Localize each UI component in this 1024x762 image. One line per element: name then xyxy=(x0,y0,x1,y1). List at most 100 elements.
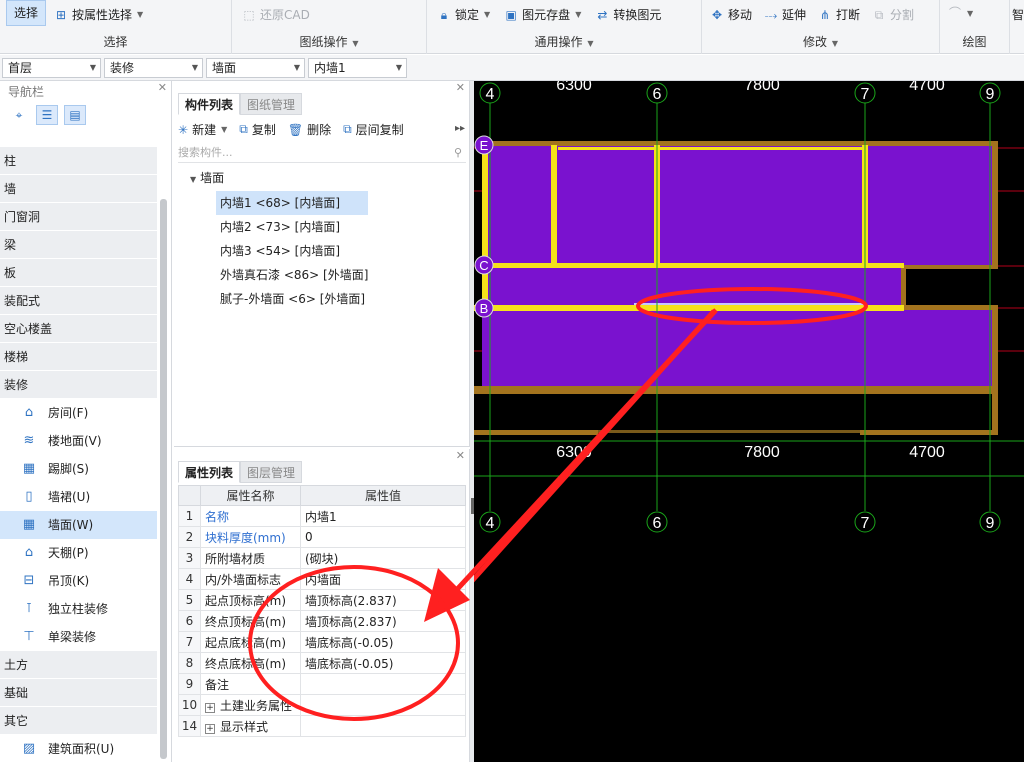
nav-category[interactable]: 装修 xyxy=(0,371,157,399)
nav-item[interactable]: ⌂ 房间(F) xyxy=(0,399,157,427)
arc-button[interactable]: ⌒ ▼ xyxy=(948,6,973,20)
nav-category[interactable]: 空心楼盖 xyxy=(0,315,157,343)
split-button[interactable]: ⧉ 分割 xyxy=(872,6,914,23)
wall-line xyxy=(660,147,862,150)
nav-scrollbar[interactable] xyxy=(160,199,167,759)
break-button[interactable]: ⋔ 打断 xyxy=(818,6,860,23)
property-value[interactable]: 内墙1 xyxy=(300,505,466,527)
component-item[interactable]: 腻子-外墙面 <6> [外墙面] xyxy=(216,287,372,311)
nav-item[interactable]: ⌂ 天棚(P) xyxy=(0,539,157,567)
store-button[interactable]: ▣ 图元存盘 ▼ xyxy=(504,6,582,23)
more-icon[interactable]: ▸▸ xyxy=(455,123,465,134)
nav-item[interactable]: ≋ 楼地面(V) xyxy=(0,427,157,455)
select-by-property-button[interactable]: ⊞ 按属性选择 ▼ xyxy=(54,6,143,23)
property-value[interactable]: 内墙面 xyxy=(300,568,466,590)
property-value[interactable]: 墙顶标高(2.837) xyxy=(300,610,466,632)
copy-button[interactable]: ⧉ 复制 xyxy=(239,121,276,138)
nav-category[interactable]: 板 xyxy=(0,259,157,287)
nav-item[interactable]: ▨ 建筑面积(U) xyxy=(0,735,157,762)
floor-select[interactable]: 首层 ▼ xyxy=(2,58,101,78)
property-row[interactable]: 5 起点顶标高(m) 墙顶标高(2.837) xyxy=(178,589,466,611)
close-icon[interactable]: ✕ xyxy=(456,81,465,94)
floor-copy-button[interactable]: ⧉ 层间复制 xyxy=(343,121,404,138)
modify-group-title[interactable]: 修改 ▼ xyxy=(702,33,939,50)
type-select[interactable]: 墙面 ▼ xyxy=(206,58,305,78)
general-group-title[interactable]: 通用操作 ▼ xyxy=(427,33,701,50)
nav-item[interactable]: ⊤ 单梁装修 xyxy=(0,623,157,651)
nav-category[interactable]: 装配式 xyxy=(0,287,157,315)
property-row[interactable]: 9 备注 xyxy=(178,673,466,695)
split-icon: ⧉ xyxy=(874,7,884,22)
property-value[interactable] xyxy=(300,673,466,695)
property-row[interactable]: 2 块料厚度(mm) 0 xyxy=(178,526,466,548)
property-name: 起点底标高(m) xyxy=(200,631,301,653)
component-item[interactable]: 外墙真石漆 <86> [外墙面] xyxy=(216,263,372,287)
nav-item[interactable]: ⊺ 独立柱装修 xyxy=(0,595,157,623)
expand-icon[interactable]: + xyxy=(205,723,215,734)
axis-label: 4 xyxy=(486,515,495,532)
tree-root[interactable]: ▼ 墙面 xyxy=(190,169,224,186)
plan-drawing[interactable]: 4 6 7 9 6300 7800 4700 E C B 6300 7800 4… xyxy=(474,81,1024,762)
nav-item-label: 独立柱装修 xyxy=(48,602,109,616)
nav-category[interactable]: 基础 xyxy=(0,679,157,707)
convert-button[interactable]: ⇄ 转换图元 xyxy=(595,6,661,23)
row-index: 1 xyxy=(178,505,201,527)
nav-category[interactable]: 楼梯 xyxy=(0,343,157,371)
component-search-input[interactable]: 搜索构件... ⚲ xyxy=(178,143,466,163)
property-row[interactable]: 6 终点顶标高(m) 墙顶标高(2.837) xyxy=(178,610,466,632)
new-button[interactable]: ✳ 新建 ▼ xyxy=(178,121,227,138)
select-button[interactable]: 选择 xyxy=(6,0,46,26)
property-row[interactable]: 14 + 显示样式 xyxy=(178,715,466,737)
category-select[interactable]: 装修 ▼ xyxy=(104,58,203,78)
property-value[interactable]: 墙底标高(-0.05) xyxy=(300,652,466,674)
drawing-canvas[interactable]: 4 6 7 9 6300 7800 4700 E C B 6300 7800 4… xyxy=(474,81,1024,762)
close-icon[interactable]: ✕ xyxy=(158,81,167,94)
nav-category[interactable]: 墙 xyxy=(0,175,157,203)
property-value[interactable]: 墙底标高(-0.05) xyxy=(300,631,466,653)
nav-category[interactable]: 土方 xyxy=(0,651,157,679)
extend-button[interactable]: ⤏ 延伸 xyxy=(764,6,806,23)
tab-component-list[interactable]: 构件列表 xyxy=(178,93,241,115)
nav-category[interactable]: 其它 xyxy=(0,707,157,735)
smart-button[interactable]: 智 xyxy=(1012,6,1024,23)
nav-category[interactable]: 门窗洞 xyxy=(0,203,157,231)
restore-cad-button[interactable]: ⬚ 还原CAD xyxy=(242,6,310,23)
delete-button[interactable]: 🗑︎ 删除 xyxy=(288,121,331,138)
property-row[interactable]: 10 + 土建业务属性 xyxy=(178,694,466,716)
property-value[interactable] xyxy=(300,715,466,737)
list-view-icon[interactable]: ☰ xyxy=(36,105,58,125)
property-row[interactable]: 4 内/外墙面标志 内墙面 xyxy=(178,568,466,590)
nav-item[interactable]: ▦ 踢脚(S) xyxy=(0,455,157,483)
property-row[interactable]: 1 名称 内墙1 xyxy=(178,505,466,527)
expand-icon[interactable]: + xyxy=(205,702,215,713)
property-row[interactable]: 7 起点底标高(m) 墙底标高(-0.05) xyxy=(178,631,466,653)
nav-category[interactable]: 梁 xyxy=(0,231,157,259)
nav-category[interactable]: 柱 xyxy=(0,147,157,175)
property-row[interactable]: 8 终点底标高(m) 墙底标高(-0.05) xyxy=(178,652,466,674)
component-item[interactable]: 内墙2 <73> [内墙面] xyxy=(216,215,372,239)
component-item[interactable]: 内墙1 <68> [内墙面] xyxy=(216,191,368,215)
selected-wall-highlight[interactable] xyxy=(634,303,864,305)
lock-button[interactable]: 🔒︎ 锁定 ▼ xyxy=(437,6,490,23)
property-name: 块料厚度(mm) xyxy=(200,526,301,548)
component-item[interactable]: 内墙3 <54> [内墙面] xyxy=(216,239,372,263)
property-name-text: 起点底标高(m) xyxy=(205,635,287,650)
detail-view-icon[interactable]: ▤ xyxy=(64,105,86,125)
property-value[interactable]: 0 xyxy=(300,526,466,548)
copy-icon: ⧉ xyxy=(239,122,248,136)
move-button[interactable]: ✥ 移动 xyxy=(710,6,752,23)
property-value[interactable] xyxy=(300,694,466,716)
tab-property-list[interactable]: 属性列表 xyxy=(178,461,241,483)
close-icon[interactable]: ✕ xyxy=(456,449,465,462)
component-select[interactable]: 内墙1 ▼ xyxy=(308,58,407,78)
property-value[interactable]: 墙顶标高(2.837) xyxy=(300,589,466,611)
nav-item[interactable]: ▦ 墙面(W) xyxy=(0,511,157,539)
drawing-group-title[interactable]: 图纸操作 ▼ xyxy=(232,33,426,50)
property-row[interactable]: 3 所附墙材质 (砌块) xyxy=(178,547,466,569)
property-value[interactable]: (砌块) xyxy=(300,547,466,569)
pin-icon[interactable]: ⌖ xyxy=(8,105,30,125)
tab-drawing-management[interactable]: 图纸管理 xyxy=(240,93,303,115)
nav-item[interactable]: ▯ 墙裙(U) xyxy=(0,483,157,511)
nav-item[interactable]: ⊟ 吊顶(K) xyxy=(0,567,157,595)
tab-layer-management[interactable]: 图层管理 xyxy=(240,461,303,483)
